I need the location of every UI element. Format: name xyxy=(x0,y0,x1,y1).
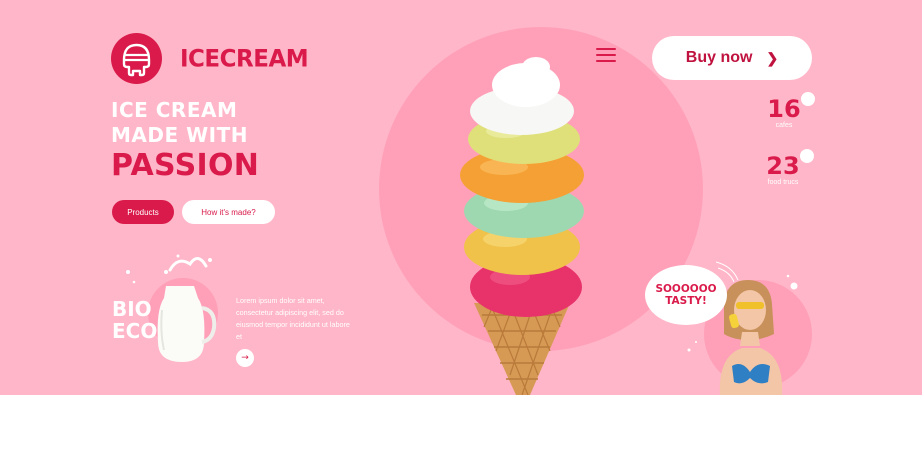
hero-section: ICECREAM ICE CREAM MADE WITH PASSION Pro… xyxy=(0,0,922,395)
page-below-hero xyxy=(0,395,922,460)
decorative-dots xyxy=(126,261,798,352)
